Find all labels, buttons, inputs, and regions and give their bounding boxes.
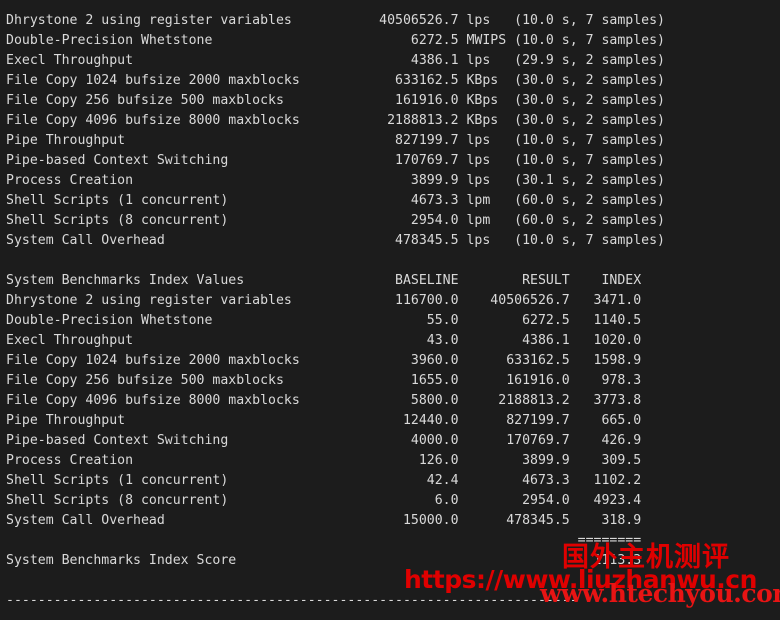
benchmark-result-row: File Copy 4096 bufsize 8000 maxblocks 21… [6,113,665,128]
benchmark-result-row: Pipe-based Context Switching 170769.7 lp… [6,153,665,168]
index-table-row: File Copy 1024 bufsize 2000 maxblocks 39… [6,353,642,368]
benchmark-result-row: Dhrystone 2 using register variables 405… [6,13,665,28]
index-table-row: Pipe-based Context Switching 4000.0 1707… [6,433,642,448]
console-output: Dhrystone 2 using register variables 405… [6,11,665,620]
benchmark-result-row: System Call Overhead 478345.5 lps (10.0 … [6,233,665,248]
benchmark-result-row: Double-Precision Whetstone 6272.5 MWIPS … [6,33,665,48]
index-score-row: System Benchmarks Index Score 1113.3 [6,553,642,568]
index-table-row: Double-Precision Whetstone 55.0 6272.5 1… [6,313,642,328]
benchmark-result-row: Execl Throughput 4386.1 lps (29.9 s, 2 s… [6,53,665,68]
benchmark-result-row: Shell Scripts (8 concurrent) 2954.0 lpm … [6,213,665,228]
benchmark-result-row: Pipe Throughput 827199.7 lps (10.0 s, 7 … [6,133,665,148]
index-table-row: File Copy 256 bufsize 500 maxblocks 1655… [6,373,642,388]
terminal-window: Dhrystone 2 using register variables 405… [0,0,780,620]
benchmark-result-row: File Copy 256 bufsize 500 maxblocks 1619… [6,93,665,108]
index-table-row: Pipe Throughput 12440.0 827199.7 665.0 [6,413,642,428]
footer-separator: ----------------------------------------… [6,593,578,608]
index-table-row: System Call Overhead 15000.0 478345.5 31… [6,513,642,528]
index-table-row: File Copy 4096 bufsize 8000 maxblocks 58… [6,393,642,408]
index-table-row: Shell Scripts (8 concurrent) 6.0 2954.0 … [6,493,642,508]
index-score-rule: ======== [6,533,642,548]
index-table-row: Execl Throughput 43.0 4386.1 1020.0 [6,333,642,348]
index-table-row: Process Creation 126.0 3899.9 309.5 [6,453,642,468]
benchmark-result-row: Process Creation 3899.9 lps (30.1 s, 2 s… [6,173,665,188]
index-table-row: Shell Scripts (1 concurrent) 42.4 4673.3… [6,473,642,488]
index-table-header: System Benchmarks Index Values BASELINE … [6,273,642,288]
benchmark-result-row: Shell Scripts (1 concurrent) 4673.3 lpm … [6,193,665,208]
index-table-row: Dhrystone 2 using register variables 116… [6,293,642,308]
benchmark-result-row: File Copy 1024 bufsize 2000 maxblocks 63… [6,73,665,88]
